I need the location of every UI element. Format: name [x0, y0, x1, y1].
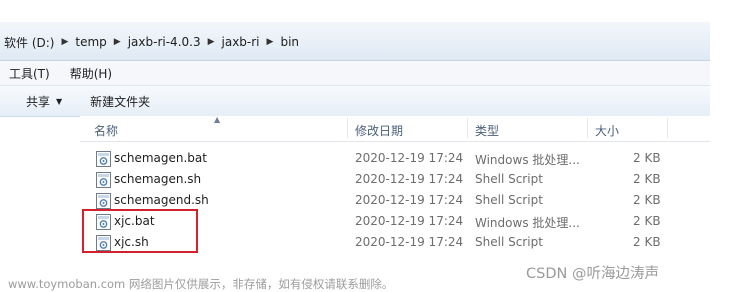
file-type: Windows 批处理... — [475, 216, 580, 230]
file-name: schemagen.sh — [114, 172, 202, 186]
chevron-right-icon[interactable]: ▶ — [264, 37, 277, 47]
breadcrumb-item-jaxb-ri-version[interactable]: jaxb-ri-4.0.3 — [124, 35, 205, 49]
file-size: 2 KB — [633, 172, 661, 186]
file-date: 2020-12-19 17:24 — [355, 151, 464, 165]
file-date: 2020-12-19 17:24 — [355, 235, 464, 249]
column-divider[interactable] — [467, 118, 468, 138]
file-type: Shell Script — [475, 193, 543, 207]
file-row[interactable]: schemagen.sh 2020-12-19 17:24 Shell Scri… — [80, 170, 710, 191]
column-header-type[interactable]: 类型 — [475, 122, 499, 139]
menu-help[interactable]: 帮助(H) — [60, 65, 122, 82]
file-size: 2 KB — [633, 193, 661, 207]
column-divider[interactable] — [587, 118, 588, 138]
breadcrumb: 软件 (D:) ▶ temp ▶ jaxb-ri-4.0.3 ▶ jaxb-ri… — [0, 33, 303, 51]
file-date: 2020-12-19 17:24 — [355, 193, 464, 207]
title-strip — [0, 0, 734, 22]
script-file-icon — [96, 151, 111, 167]
sort-up-icon: ▲ — [214, 115, 221, 124]
new-folder-button-label: 新建文件夹 — [90, 94, 151, 109]
file-type: Shell Script — [475, 235, 543, 249]
file-size: 2 KB — [633, 151, 661, 165]
new-folder-button[interactable]: 新建文件夹 — [76, 93, 164, 110]
caret-down-icon: ▼ — [56, 96, 63, 106]
command-toolbar: 共享 ▼ 新建文件夹 — [0, 86, 710, 117]
column-header-name[interactable]: 名称 — [94, 122, 118, 139]
breadcrumb-item-temp[interactable]: temp — [71, 35, 110, 49]
chevron-right-icon[interactable]: ▶ — [58, 37, 71, 47]
file-type: Shell Script — [475, 172, 543, 186]
script-file-icon — [96, 193, 111, 209]
column-header: ▲ 名称 修改日期 类型 大小 — [80, 115, 710, 142]
file-date: 2020-12-19 17:24 — [355, 214, 464, 228]
column-header-size[interactable]: 大小 — [595, 122, 619, 139]
csdn-watermark: CSDN @听海边涛声 — [526, 266, 659, 282]
file-name: schemagen.bat — [114, 151, 207, 165]
breadcrumb-item-drive[interactable]: 软件 (D:) — [0, 34, 58, 51]
chevron-right-icon[interactable]: ▶ — [205, 37, 218, 47]
column-divider[interactable] — [667, 118, 668, 138]
chevron-right-icon[interactable]: ▶ — [111, 37, 124, 47]
highlight-box — [82, 209, 198, 253]
share-button-label: 共享 — [26, 94, 51, 109]
breadcrumb-item-jaxb-ri[interactable]: jaxb-ri — [218, 35, 264, 49]
column-divider[interactable] — [347, 118, 348, 138]
menu-tools[interactable]: 工具(T) — [0, 65, 60, 82]
breadcrumb-item-bin[interactable]: bin — [276, 35, 303, 49]
file-size: 2 KB — [633, 235, 661, 249]
file-name: schemagend.sh — [114, 193, 209, 207]
file-row[interactable]: schemagen.bat 2020-12-19 17:24 Windows 批… — [80, 149, 710, 170]
file-size: 2 KB — [633, 214, 661, 228]
file-date: 2020-12-19 17:24 — [355, 172, 464, 186]
watermark-text: www.toymoban.com 网络图片仅供展示，非存储，如有侵权请联系删除。 — [8, 277, 394, 291]
column-header-date[interactable]: 修改日期 — [355, 122, 403, 139]
script-file-icon — [96, 172, 111, 188]
file-type: Windows 批处理... — [475, 153, 580, 167]
share-button[interactable]: 共享 ▼ — [0, 93, 76, 110]
menu-bar: 工具(T) 帮助(H) — [0, 61, 710, 86]
